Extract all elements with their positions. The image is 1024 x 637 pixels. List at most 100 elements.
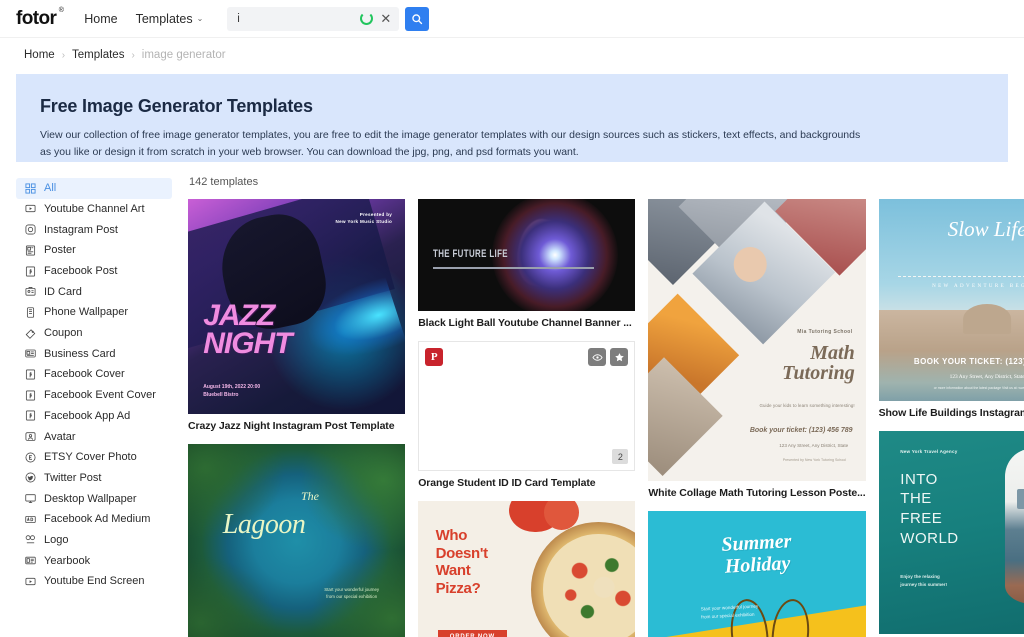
poster-text: Guide your kids to learn something inter…	[759, 403, 855, 409]
black-light-ball-art: THE FUTURE LIFE	[418, 199, 636, 311]
decorative-shape	[1004, 449, 1024, 604]
pinterest-icon[interactable]: P	[425, 348, 444, 366]
search-box[interactable]: i ✕	[227, 6, 400, 31]
poster-title: JAZZ NIGHT	[203, 301, 292, 360]
template-card-lagoon[interactable]: The Lagoon Start your wonderful journey …	[188, 444, 406, 637]
sidebar-item-all[interactable]: All	[16, 178, 172, 199]
template-thumbnail[interactable]: THE FUTURE LIFE	[418, 199, 636, 311]
sidebar-item-poster[interactable]: Poster	[16, 240, 172, 261]
template-caption: White Collage Math Tutoring Lesson Poste…	[648, 487, 866, 499]
chevron-down-icon: ⌄	[196, 13, 204, 23]
poster-title: Slow Life	[947, 217, 1024, 242]
logo-icon	[24, 534, 36, 546]
sidebar-item-facebook-ad-medium[interactable]: Facebook Ad Medium	[16, 509, 172, 530]
decorative-shape	[531, 522, 636, 637]
preview-button[interactable]	[588, 348, 607, 366]
pizza-ad-art: Who Doesn't Want Pizza? ORDER NOW	[418, 501, 636, 637]
coupon-icon	[24, 327, 36, 339]
sidebar-item-youtube-channel-art[interactable]: Youtube Channel Art	[16, 199, 172, 220]
template-caption: Black Light Ball Youtube Channel Banner …	[418, 317, 632, 329]
template-card-jazz[interactable]: Presented by New York Music Studio JAZZ …	[188, 199, 406, 432]
sidebar-item-logo[interactable]: Logo	[16, 530, 172, 551]
sidebar-item-facebook-cover[interactable]: Facebook Cover	[16, 364, 172, 385]
poster-details: Start your wonderful journey from our sp…	[700, 602, 758, 621]
poster-details: Start your wonderful journey from our sp…	[324, 586, 379, 600]
ad-icon	[24, 513, 36, 525]
category-sidebar: All Youtube Channel Art Instagram Post P…	[16, 176, 172, 637]
poster-text: The	[300, 488, 319, 503]
sidebar-item-instagram-post[interactable]: Instagram Post	[16, 219, 172, 240]
template-card-math[interactable]: Mia Tutoring School Math Tutoring Guide …	[648, 199, 866, 499]
sidebar-item-yearbook[interactable]: Yearbook	[16, 550, 172, 571]
template-card-freeworld[interactable]: New York Travel Agency INTO THE FREE WOR…	[878, 431, 1024, 637]
app-header: fotor ® Home Templates ⌄ i ✕	[0, 0, 1024, 38]
template-thumbnail[interactable]: Presented by New York Music Studio JAZZ …	[188, 199, 406, 414]
avatar-icon	[24, 431, 36, 443]
breadcrumb: Home › Templates › image generator	[0, 44, 1024, 66]
poster-presented-by: Presented by New York Music Studio	[335, 212, 392, 225]
template-thumbnail[interactable]: Who Doesn't Want Pizza? ORDER NOW	[418, 501, 636, 637]
favorite-button[interactable]	[610, 348, 629, 366]
poster-text: 123 Any Street, Any District, State	[949, 373, 1024, 380]
sidebar-item-coupon[interactable]: Coupon	[16, 323, 172, 344]
template-thumbnail[interactable]: Slow Life NEW ADVENTURE BEGINS BOOK YOUR…	[878, 199, 1024, 401]
template-thumbnail[interactable]: P 2	[418, 341, 636, 471]
search-area: i ✕	[227, 6, 430, 31]
sidebar-item-twitter-post[interactable]: Twitter Post	[16, 468, 172, 489]
template-card-idcard[interactable]: P 2 Orange Student ID ID Card Template	[418, 341, 636, 489]
templates-grid: Presented by New York Music Studio JAZZ …	[188, 199, 1024, 637]
sidebar-item-desktop-wallpaper[interactable]: Desktop Wallpaper	[16, 488, 172, 509]
template-thumbnail[interactable]: Mia Tutoring School Math Tutoring Guide …	[648, 199, 866, 481]
template-thumbnail[interactable]: Summer Holiday Start your wonderful jour…	[648, 511, 866, 637]
sidebar-item-business-card[interactable]: Business Card	[16, 344, 172, 365]
play-icon	[24, 575, 36, 587]
search-input[interactable]: i	[237, 7, 360, 31]
poster-text: FREE	[900, 510, 943, 528]
sidebar-item-facebook-event-cover[interactable]: Facebook Event Cover	[16, 385, 172, 406]
breadcrumb-item-templates[interactable]: Templates	[72, 49, 124, 61]
poster-text: Math	[810, 341, 855, 364]
poster-cta-button: ORDER NOW	[437, 629, 507, 637]
divider	[433, 267, 595, 269]
sidebar-item-facebook-app-ad[interactable]: Facebook App Ad	[16, 406, 172, 427]
sidebar-item-label: All	[44, 182, 57, 195]
templates-area: 142 templates Presented by New York Musi…	[172, 176, 1024, 637]
template-thumbnail[interactable]: New York Travel Agency INTO THE FREE WOR…	[878, 431, 1024, 634]
poster-title: INTO THE FREE WORLD	[900, 470, 958, 549]
nav-item-templates[interactable]: Templates ⌄	[136, 12, 204, 26]
sidebar-item-label: Business Card	[44, 347, 116, 360]
lagoon-poster-art: The Lagoon Start your wonderful journey …	[188, 444, 406, 637]
sidebar-item-facebook-post[interactable]: Facebook Post	[16, 261, 172, 282]
poster-text: Pizza?	[435, 579, 481, 597]
template-thumbnail[interactable]: The Lagoon Start your wonderful journey …	[188, 444, 406, 637]
breadcrumb-item-home[interactable]: Home	[24, 49, 55, 61]
search-submit-button[interactable]	[405, 6, 430, 31]
page-description: View our collection of free image genera…	[40, 129, 861, 159]
template-card-pizza[interactable]: Who Doesn't Want Pizza? ORDER NOW	[418, 501, 636, 637]
nav-item-home[interactable]: Home	[84, 12, 117, 26]
divider	[898, 275, 1024, 277]
poster-text: NIGHT	[203, 326, 292, 360]
template-card-slowlife[interactable]: Slow Life NEW ADVENTURE BEGINS BOOK YOUR…	[878, 199, 1024, 419]
template-card-summer[interactable]: Summer Holiday Start your wonderful jour…	[648, 511, 866, 637]
sidebar-item-avatar[interactable]: Avatar	[16, 426, 172, 447]
sidebar-item-label: Twitter Post	[44, 471, 102, 484]
jazz-poster-art: Presented by New York Music Studio JAZZ …	[188, 199, 406, 414]
sidebar-item-id-card[interactable]: ID Card	[16, 281, 172, 302]
close-icon[interactable]: ✕	[380, 12, 391, 25]
sidebar-item-phone-wallpaper[interactable]: Phone Wallpaper	[16, 302, 172, 323]
slow-life-poster-art: Slow Life NEW ADVENTURE BEGINS BOOK YOUR…	[878, 199, 1024, 401]
poster-text: or more information about the latest pac…	[933, 385, 1024, 390]
fotor-logo[interactable]: fotor ®	[16, 7, 64, 30]
decorative-shape	[769, 597, 813, 637]
id-card-icon	[24, 286, 36, 298]
sidebar-item-label: Yearbook	[44, 554, 91, 567]
template-card-blacklight[interactable]: THE FUTURE LIFE Black Light Ball Youtube…	[418, 199, 636, 329]
sidebar-item-youtube-end-screen[interactable]: Youtube End Screen	[16, 571, 172, 592]
poster-title: THE FUTURE LIFE	[433, 248, 509, 261]
poster-title: Who Doesn't Want Pizza?	[435, 527, 489, 598]
poster-title: Summer Holiday	[721, 530, 793, 578]
poster-text: 123 Any Street, Any District, State	[779, 442, 849, 448]
poster-text: journey this summer!	[900, 581, 947, 587]
sidebar-item-etsy-cover-photo[interactable]: ETSY Cover Photo	[16, 447, 172, 468]
